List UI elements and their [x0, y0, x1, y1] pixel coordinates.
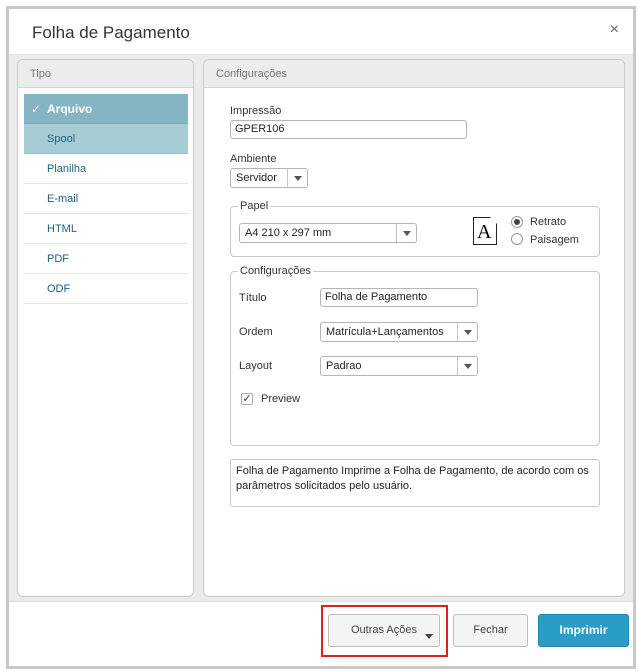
retrato-label: Retrato — [530, 216, 567, 228]
configuracoes-fieldset: Configurações Título Folha de Pagamento … — [230, 265, 600, 446]
titulo-label: Título — [239, 292, 267, 304]
tipo-panel: Tipo ✓ Arquivo Spool Planilha E-mail HTM… — [17, 59, 194, 597]
tipo-item-arquivo[interactable]: ✓ Arquivo — [24, 94, 188, 124]
page-letter: A — [477, 221, 492, 243]
layout-value: Padrao — [326, 360, 362, 372]
papel-size-select[interactable]: A4 210 x 297 mm — [239, 223, 417, 243]
tipo-item-label: Planilha — [47, 163, 87, 175]
imprimir-button[interactable]: Imprimir — [538, 614, 629, 647]
ambiente-label: Ambiente — [230, 153, 277, 165]
outras-acoes-button[interactable]: Outras Ações — [328, 614, 440, 647]
page-orientation-icon: A — [473, 217, 497, 245]
papel-size-value: A4 210 x 297 mm — [245, 227, 332, 239]
impressao-input[interactable]: GPER106 — [230, 120, 467, 139]
tipo-item-html[interactable]: HTML — [24, 214, 188, 244]
tipo-item-odf[interactable]: ODF — [24, 274, 188, 304]
fechar-button[interactable]: Fechar — [453, 614, 528, 647]
close-icon[interactable]: × — [610, 21, 619, 39]
tipo-item-spool[interactable]: Spool — [24, 124, 188, 154]
dialog-footer: Outras Ações Fechar Imprimir — [9, 601, 633, 666]
tipo-item-email[interactable]: E-mail — [24, 184, 188, 214]
ambiente-select[interactable]: Servidor — [230, 168, 308, 188]
layout-label: Layout — [239, 360, 273, 372]
chevron-down-icon — [396, 224, 416, 242]
dialog-titlebar: Folha de Pagamento × — [9, 9, 633, 55]
config-panel: Configurações Impressão GPER106 Ambiente… — [203, 59, 625, 597]
chevron-down-icon — [457, 357, 477, 375]
ordem-select[interactable]: Matrícula+Lançamentos — [320, 322, 478, 342]
chevron-down-icon — [287, 169, 307, 187]
tipo-header: Tipo — [18, 60, 193, 88]
paisagem-label: Paisagem — [530, 234, 579, 246]
impressao-label: Impressão — [230, 105, 282, 117]
config-header: Configurações — [204, 60, 624, 88]
tipo-item-label: ODF — [47, 283, 71, 295]
paisagem-radio[interactable] — [511, 233, 523, 245]
description-box: Folha de Pagamento Imprime a Folha de Pa… — [230, 459, 600, 507]
outras-acoes-label: Outras Ações — [350, 624, 418, 636]
print-dialog: Folha de Pagamento × Tipo ✓ Arquivo Spoo… — [6, 6, 636, 669]
tipo-item-label: E-mail — [47, 193, 79, 205]
retrato-radio[interactable] — [511, 216, 523, 228]
chevron-down-icon — [457, 323, 477, 341]
titulo-input[interactable]: Folha de Pagamento — [320, 288, 478, 307]
checkmark-icon: ✓ — [31, 102, 42, 116]
tipo-list: ✓ Arquivo Spool Planilha E-mail HTML PDF — [24, 94, 188, 304]
configuracoes-legend: Configurações — [238, 265, 313, 277]
tipo-item-pdf[interactable]: PDF — [24, 244, 188, 274]
tipo-item-label: HTML — [47, 223, 77, 235]
ordem-value: Matrícula+Lançamentos — [326, 326, 444, 338]
papel-legend: Papel — [238, 200, 271, 212]
ordem-label: Ordem — [239, 326, 273, 338]
dialog-title: Folha de Pagamento — [32, 23, 190, 42]
tipo-item-planilha[interactable]: Planilha — [24, 154, 188, 184]
dialog-body: Tipo ✓ Arquivo Spool Planilha E-mail HTM… — [9, 55, 633, 601]
caret-down-icon — [425, 634, 433, 639]
papel-fieldset: Papel A4 210 x 297 mm A Retrato Paisagem — [230, 200, 600, 257]
layout-select[interactable]: Padrao — [320, 356, 478, 376]
ambiente-value: Servidor — [236, 172, 277, 184]
tipo-item-label: PDF — [47, 253, 69, 265]
preview-checkbox[interactable]: ✓ — [241, 393, 253, 405]
tipo-item-label: Arquivo — [47, 102, 93, 116]
tipo-item-label: Spool — [47, 133, 76, 145]
preview-label: Preview — [261, 393, 301, 405]
